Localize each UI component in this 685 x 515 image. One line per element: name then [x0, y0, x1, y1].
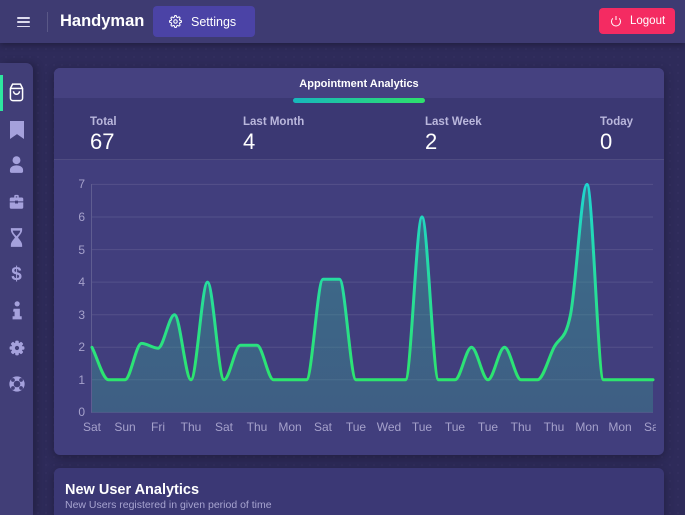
svg-text:Mon: Mon	[575, 420, 598, 434]
svg-text:Thu: Thu	[544, 420, 565, 434]
svg-text:6: 6	[78, 210, 85, 224]
svg-text:Sat: Sat	[314, 420, 333, 434]
svg-text:4: 4	[78, 275, 85, 289]
svg-text:0: 0	[78, 405, 85, 419]
svg-text:Thu: Thu	[247, 420, 268, 434]
svg-text:Fri: Fri	[151, 420, 165, 434]
svg-text:Tue: Tue	[478, 420, 499, 434]
svg-text:Sat: Sat	[83, 420, 102, 434]
svg-text:Tue: Tue	[445, 420, 466, 434]
svg-text:3: 3	[78, 308, 85, 322]
svg-text:Thu: Thu	[511, 420, 532, 434]
svg-text:Tue: Tue	[412, 420, 433, 434]
svg-text:5: 5	[78, 243, 85, 257]
svg-text:2: 2	[78, 340, 85, 354]
svg-text:Tue: Tue	[346, 420, 367, 434]
svg-text:Sun: Sun	[114, 420, 135, 434]
svg-text:Sat: Sat	[215, 420, 234, 434]
svg-text:Thu: Thu	[181, 420, 202, 434]
svg-text:Mon: Mon	[608, 420, 631, 434]
svg-text:Sat: Sat	[644, 420, 656, 434]
svg-text:7: 7	[78, 177, 85, 191]
svg-text:1: 1	[78, 373, 85, 387]
svg-text:Mon: Mon	[278, 420, 301, 434]
svg-text:Wed: Wed	[377, 420, 401, 434]
